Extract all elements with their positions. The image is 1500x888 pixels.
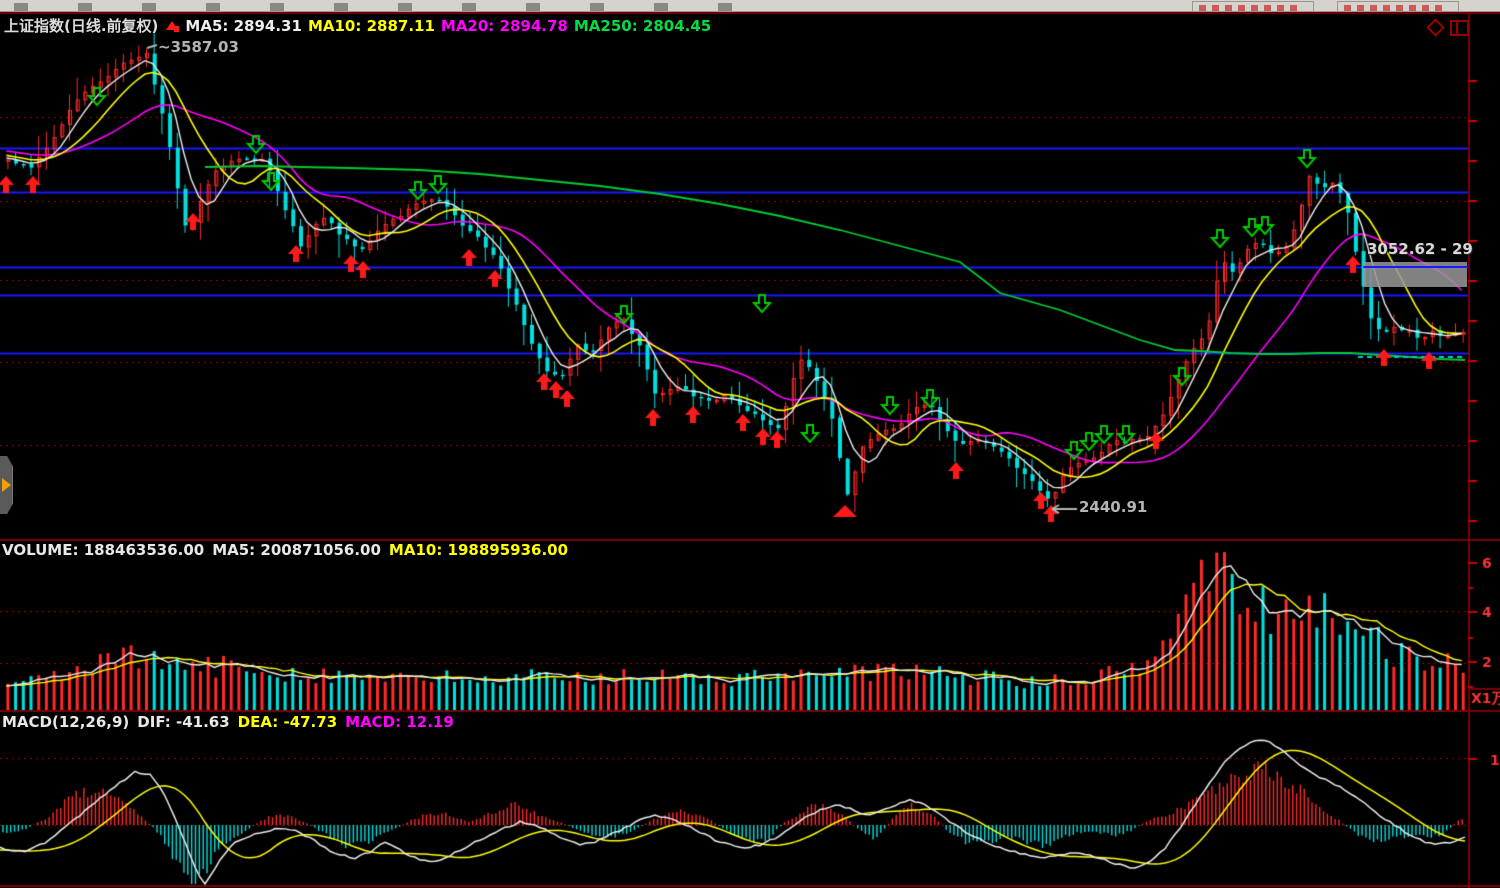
- menu-text-fragments: [14, 3, 774, 11]
- chart-application-window: 上证指数(日线.前复权) MA5: 2894.31 MA10: 2887.11 MA2…: [0, 0, 1500, 888]
- quote-red-digits-2: [1344, 5, 1446, 11]
- split-pane-icon[interactable]: [1450, 20, 1469, 36]
- quote-fragment-box-2: [1337, 1, 1459, 12]
- quote-red-digits-1: [1199, 5, 1301, 11]
- macd-pane-header: MACD(12,26,9) DIF: -41.63 DEA: -47.73 MACD:…: [2, 713, 462, 731]
- symbol-title: 上证指数(日线.前复权): [4, 17, 159, 35]
- sidebar-expand-handle[interactable]: [0, 456, 13, 514]
- volume-pane-header: VOLUME: 188463536.00 MA5: 200871056.00 MA1…: [2, 541, 576, 559]
- ma250-readout: MA250: 2804.45: [573, 17, 712, 35]
- top-toolbar-strip: [0, 0, 1500, 12]
- macd-readout: MACD: 12.19: [345, 713, 454, 731]
- trough-price-label: 2440.91: [1079, 498, 1148, 516]
- stock-chart-canvas[interactable]: [0, 0, 1500, 888]
- quote-fragment-box-1: [1192, 1, 1314, 12]
- ma5-readout: MA5: 2894.31: [185, 17, 302, 35]
- ma10-readout: MA10: 2887.11: [307, 17, 435, 35]
- volume-ma5-readout: MA5: 200871056.00: [212, 541, 381, 559]
- trend-up-arrow-icon: [166, 21, 179, 30]
- ma20-readout: MA20: 2894.78: [440, 17, 568, 35]
- peak-price-label: ~3587.03: [158, 38, 239, 56]
- split-pane-divider: [1456, 22, 1458, 34]
- macd-formula: MACD(12,26,9): [2, 713, 130, 731]
- volume-ma10-readout: MA10: 198895936.00: [388, 541, 569, 559]
- dif-readout: DIF: -41.63: [137, 713, 230, 731]
- expand-arrow-icon: [2, 478, 11, 492]
- price-range-highlight-box: [1363, 262, 1467, 287]
- blue-level-through-box: [1363, 266, 1467, 268]
- price-range-label: 3052.62 - 29: [1367, 240, 1473, 258]
- dea-readout: DEA: -47.73: [237, 713, 338, 731]
- main-chart-header: 上证指数(日线.前复权) MA5: 2894.31 MA10: 2887.11 MA2…: [4, 15, 717, 36]
- volume-readout: VOLUME: 188463536.00: [2, 541, 205, 559]
